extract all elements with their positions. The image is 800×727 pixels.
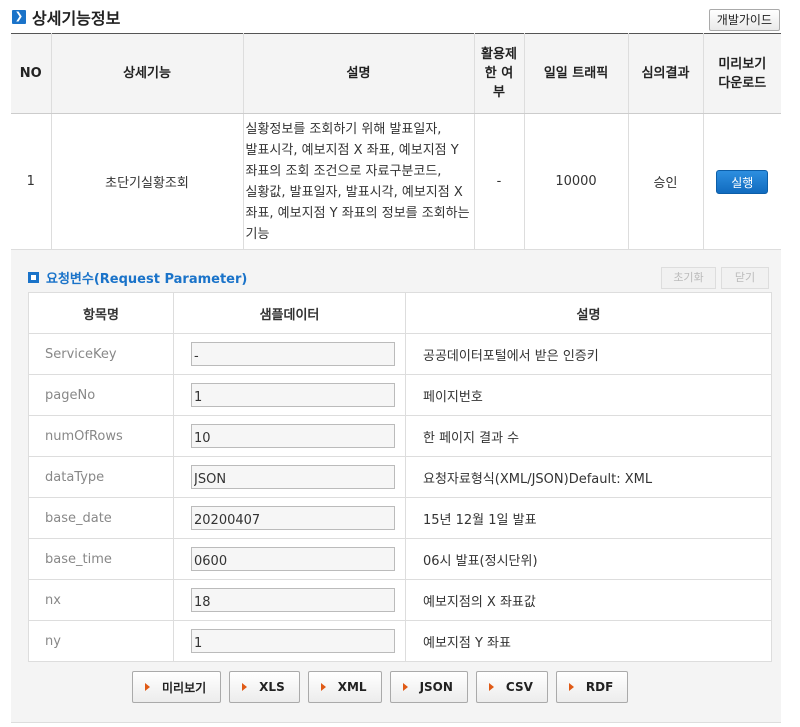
header-traffic: 일일 트래픽 <box>523 33 628 114</box>
square-bullet-icon <box>28 272 39 283</box>
table-row: ServiceKey 공공데이터포털에서 받은 인증키 <box>28 333 772 375</box>
param-sample-input[interactable] <box>191 342 395 366</box>
header-limit: 활용제 한 여 부 <box>473 33 524 114</box>
param-sample-input[interactable] <box>191 465 395 489</box>
xls-button[interactable]: XLS <box>229 671 300 703</box>
param-desc: 예보지점의 X 좌표값 <box>405 579 772 621</box>
param-desc: 15년 12월 1일 발표 <box>405 497 772 539</box>
triangle-right-icon <box>242 683 248 691</box>
header-preview: 미리보기 다운로드 <box>702 33 781 114</box>
row-feature: 초단기실황조회 <box>50 113 243 250</box>
param-sample-input[interactable] <box>191 506 395 530</box>
json-button[interactable]: JSON <box>389 671 468 703</box>
param-name: dataType <box>28 456 174 498</box>
param-desc: 06시 발표(정시단위) <box>405 538 772 580</box>
row-limit: - <box>473 113 524 250</box>
header-review: 심의결과 <box>627 33 703 114</box>
param-name: base_date <box>28 497 174 539</box>
row-traffic: 10000 <box>523 113 628 250</box>
csv-button[interactable]: CSV <box>475 671 548 703</box>
chevron-right-icon: ❯ <box>12 10 26 24</box>
row-desc: 실황정보를 조회하기 위해 발표일자, 발표시각, 예보지점 X 좌표, 예보지… <box>242 113 474 250</box>
param-name: pageNo <box>28 374 174 416</box>
table-row: pageNo 페이지번호 <box>28 374 772 416</box>
xml-button[interactable]: XML <box>307 671 382 703</box>
section-title: 상세기능정보 <box>32 9 121 28</box>
param-name: ServiceKey <box>28 333 174 375</box>
param-header-row: 항목명 샘플데이터 설명 <box>28 292 772 334</box>
table-row: numOfRows 한 페이지 결과 수 <box>28 415 772 457</box>
row-run-cell: 실행 <box>702 113 781 250</box>
header-desc: 설명 <box>242 33 474 114</box>
close-button[interactable]: 닫기 <box>721 267 769 289</box>
dev-guide-button[interactable]: 개발가이드 <box>708 9 780 31</box>
triangle-right-icon <box>568 683 574 691</box>
param-desc: 페이지번호 <box>405 374 772 416</box>
param-sample-input[interactable] <box>191 547 395 571</box>
reset-button[interactable]: 초기화 <box>661 267 716 289</box>
triangle-right-icon <box>145 683 150 691</box>
request-parameter-panel: 요청변수(Request Parameter) 초기화 닫기 항목명 샘플데이터… <box>11 250 781 722</box>
format-button-row: 미리보기 XLS XML JSON CSV RDF <box>132 671 636 703</box>
param-name: base_time <box>28 538 174 580</box>
param-name: numOfRows <box>28 415 174 457</box>
param-desc: 한 페이지 결과 수 <box>405 415 772 457</box>
table-row: base_time 06시 발표(정시단위) <box>28 538 772 580</box>
param-desc: 요청자료형식(XML/JSON)Default: XML <box>405 456 772 498</box>
table-row: 1 초단기실황조회 실황정보를 조회하기 위해 발표일자, 발표시각, 예보지점… <box>11 113 781 250</box>
section-header: ❯ 상세기능정보 <box>12 6 120 28</box>
param-header-sample: 샘플데이터 <box>173 292 406 334</box>
param-header-desc: 설명 <box>405 292 772 334</box>
table-row: nx 예보지점의 X 좌표값 <box>28 579 772 621</box>
triangle-right-icon <box>488 683 494 691</box>
request-parameter-table: 항목명 샘플데이터 설명 ServiceKey 공공데이터포털에서 받은 인증키… <box>28 292 772 662</box>
param-header-name: 항목명 <box>28 292 174 334</box>
rdf-button[interactable]: RDF <box>555 671 629 703</box>
triangle-right-icon <box>402 683 408 691</box>
param-name: ny <box>28 620 174 662</box>
row-no: 1 <box>11 113 51 250</box>
param-sample-input[interactable] <box>191 588 395 612</box>
detail-function-table: NO 상세기능 설명 활용제 한 여 부 일일 트래픽 심의결과 미리보기 다운… <box>11 33 781 250</box>
row-review: 승인 <box>627 113 703 250</box>
table-header-row: NO 상세기능 설명 활용제 한 여 부 일일 트래픽 심의결과 미리보기 다운… <box>11 33 781 114</box>
request-parameter-heading: 요청변수(Request Parameter) <box>28 268 247 287</box>
param-name: nx <box>28 579 174 621</box>
preview-button[interactable]: 미리보기 <box>132 671 222 703</box>
param-desc: 예보지점 Y 좌표 <box>405 620 772 662</box>
table-row: base_date 15년 12월 1일 발표 <box>28 497 772 539</box>
param-desc: 공공데이터포털에서 받은 인증키 <box>405 333 772 375</box>
run-button[interactable]: 실행 <box>716 169 769 194</box>
header-no: NO <box>11 33 51 114</box>
header-feature: 상세기능 <box>50 33 243 114</box>
param-sample-input[interactable] <box>191 383 395 407</box>
param-sample-input[interactable] <box>191 424 395 448</box>
table-row: dataType 요청자료형식(XML/JSON)Default: XML <box>28 456 772 498</box>
triangle-right-icon <box>320 683 326 691</box>
param-sample-input[interactable] <box>191 629 395 653</box>
table-row: ny 예보지점 Y 좌표 <box>28 620 772 662</box>
divider <box>11 722 781 727</box>
